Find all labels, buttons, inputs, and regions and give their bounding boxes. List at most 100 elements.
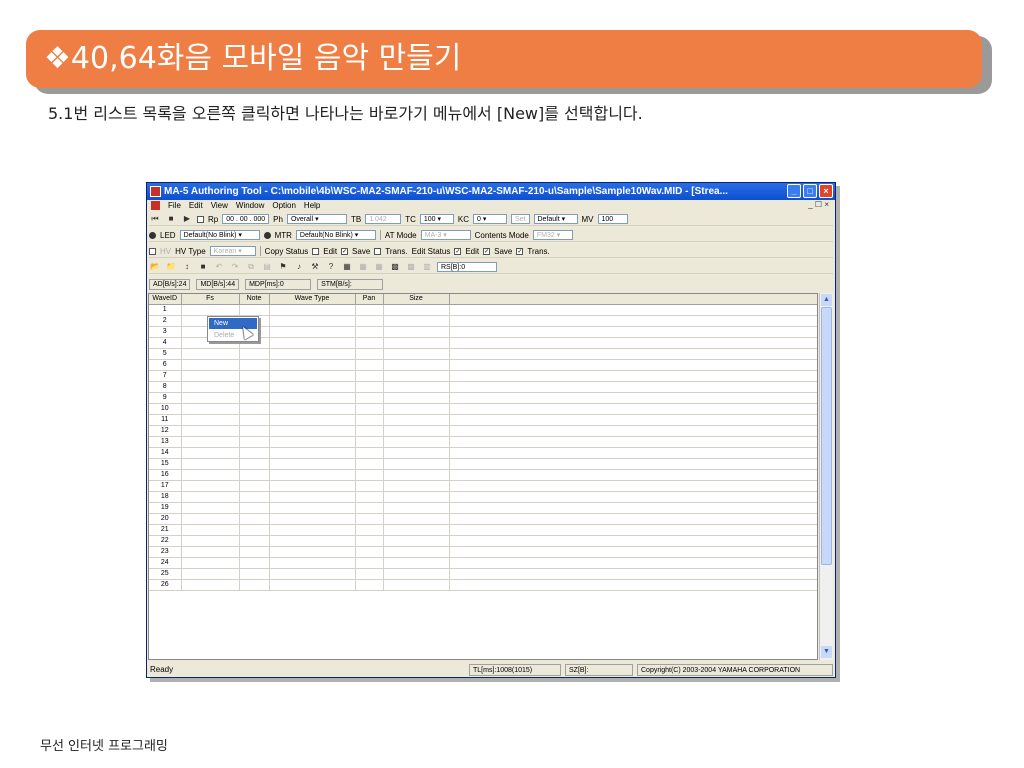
open-folder-icon[interactable]: 📂 — [149, 262, 161, 272]
wave-id-cell[interactable]: 20 — [149, 513, 182, 525]
wave-id-cell[interactable]: 16 — [149, 469, 182, 481]
grid-cell[interactable] — [383, 425, 450, 437]
grid-cell[interactable] — [383, 326, 450, 338]
grid-cell[interactable] — [181, 513, 240, 525]
grid-cell[interactable] — [355, 502, 384, 514]
grid-cell[interactable] — [383, 579, 450, 591]
save-icon[interactable]: ■ — [197, 262, 209, 272]
grid-cell[interactable] — [449, 546, 817, 558]
wave-id-cell[interactable]: 7 — [149, 370, 182, 382]
wave-id-cell[interactable]: 10 — [149, 403, 182, 415]
grid-cell[interactable] — [449, 535, 817, 547]
grid-cell[interactable] — [181, 524, 240, 536]
grid-cell[interactable] — [239, 304, 270, 316]
grid-cell[interactable] — [239, 392, 270, 404]
grid-cell[interactable] — [449, 304, 817, 316]
grid-cell[interactable] — [181, 370, 240, 382]
scroll-up-icon[interactable]: ▲ — [821, 294, 832, 306]
grid-cell[interactable] — [449, 458, 817, 470]
table-disabled-icon[interactable]: ▩ — [405, 262, 417, 272]
grid-cell[interactable] — [449, 381, 817, 393]
grid-cell[interactable] — [181, 348, 240, 360]
grid-cell[interactable] — [449, 370, 817, 382]
grid-cell[interactable] — [383, 502, 450, 514]
grid-cell[interactable] — [239, 579, 270, 591]
wave-id-cell[interactable]: 6 — [149, 359, 182, 371]
grid-cell[interactable] — [181, 381, 240, 393]
table-row[interactable]: 8 — [149, 381, 817, 393]
default-select[interactable]: Default — [533, 214, 578, 224]
grid-cell[interactable] — [449, 359, 817, 371]
grid-cell[interactable] — [355, 381, 384, 393]
grid-cell[interactable] — [449, 425, 817, 437]
grid-cell[interactable] — [181, 502, 240, 514]
grid-cell[interactable] — [239, 403, 270, 415]
grid-cell[interactable] — [355, 535, 384, 547]
table-row[interactable]: 24 — [149, 557, 817, 569]
grid-cell[interactable] — [383, 458, 450, 470]
wave-id-cell[interactable]: 26 — [149, 579, 182, 591]
wave-list-grid[interactable]: WaveID Fs Note Wave Type Pan Size 123456… — [148, 293, 818, 660]
play-icon[interactable]: ▶ — [181, 214, 193, 224]
grid-cell[interactable] — [239, 436, 270, 448]
grid-cell[interactable] — [355, 480, 384, 492]
grid-cell[interactable] — [181, 447, 240, 459]
grid-cell[interactable] — [269, 568, 356, 580]
status-save-checkbox[interactable] — [483, 247, 491, 255]
vertical-scrollbar[interactable]: ▲ ▼ — [819, 293, 833, 660]
menu-window[interactable]: Window — [236, 200, 264, 212]
grid-cell[interactable] — [269, 337, 356, 349]
col-fs[interactable]: Fs — [181, 294, 240, 305]
grid-cell[interactable] — [355, 359, 384, 371]
wave-id-cell[interactable]: 21 — [149, 524, 182, 536]
copy-edit-checkbox[interactable] — [312, 247, 320, 255]
led-select[interactable]: Default(No Blink) — [179, 230, 260, 240]
grid-cell[interactable] — [239, 381, 270, 393]
grid-cell[interactable] — [449, 568, 817, 580]
grid-cell[interactable] — [269, 480, 356, 492]
grid-cell[interactable] — [449, 480, 817, 492]
table-row[interactable]: 21 — [149, 524, 817, 536]
grid-cell[interactable] — [269, 557, 356, 569]
wave-id-cell[interactable]: 4 — [149, 337, 182, 349]
table-row[interactable]: 17 — [149, 480, 817, 492]
grid-cell[interactable] — [269, 381, 356, 393]
tb-field[interactable]: 1.042 — [365, 214, 402, 224]
grid-cell[interactable] — [239, 546, 270, 558]
grid-cell[interactable] — [269, 513, 356, 525]
grid-cell[interactable] — [383, 524, 450, 536]
grid2-disabled-icon[interactable]: ▦ — [373, 262, 385, 272]
table-row[interactable]: 20 — [149, 513, 817, 525]
grid-cell[interactable] — [181, 414, 240, 426]
grid-cell[interactable] — [355, 304, 384, 316]
grid-cell[interactable] — [449, 469, 817, 481]
copy-icon[interactable]: ⧉ — [245, 262, 257, 272]
grid-cell[interactable] — [269, 304, 356, 316]
grid-cell[interactable] — [355, 546, 384, 558]
contents-mode-select[interactable]: FM32 — [532, 230, 573, 240]
col-pan[interactable]: Pan — [355, 294, 384, 305]
grid-cell[interactable] — [239, 359, 270, 371]
grid-cell[interactable] — [383, 392, 450, 404]
grid-cell[interactable] — [181, 579, 240, 591]
table-row[interactable]: 10 — [149, 403, 817, 415]
wave-id-cell[interactable]: 15 — [149, 458, 182, 470]
wave-id-cell[interactable]: 8 — [149, 381, 182, 393]
grid-cell[interactable] — [269, 535, 356, 547]
grid-cell[interactable] — [269, 469, 356, 481]
grid-cell[interactable] — [383, 337, 450, 349]
grid-cell[interactable] — [181, 392, 240, 404]
table-row[interactable]: 18 — [149, 491, 817, 503]
scroll-down-icon[interactable]: ▼ — [821, 646, 832, 658]
tc-select[interactable]: 100 — [419, 214, 454, 224]
mtr-select[interactable]: Default(No Blink) — [295, 230, 376, 240]
grid-cell[interactable] — [355, 557, 384, 569]
grid-cell[interactable] — [449, 414, 817, 426]
wave-id-cell[interactable]: 12 — [149, 425, 182, 437]
mdi-window-controls[interactable]: _ ☐ × — [808, 200, 829, 209]
wave-id-cell[interactable]: 5 — [149, 348, 182, 360]
grid-cell[interactable] — [269, 579, 356, 591]
grid-cell[interactable] — [239, 469, 270, 481]
grid-cell[interactable] — [449, 337, 817, 349]
grid-cell[interactable] — [383, 513, 450, 525]
